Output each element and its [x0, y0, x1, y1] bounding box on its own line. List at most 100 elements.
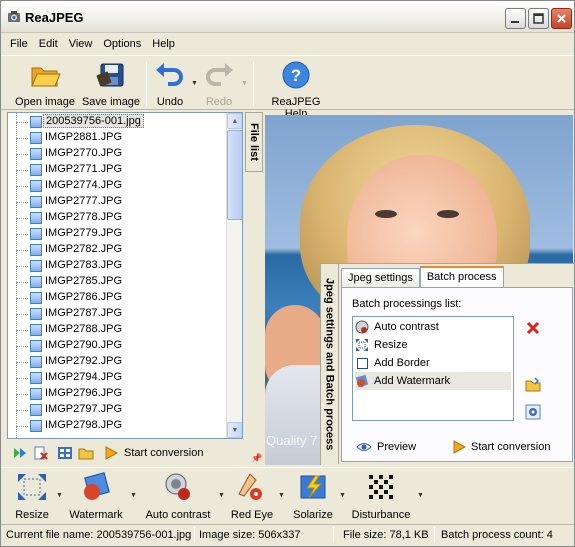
batch-list[interactable]: Auto contrast Resize Add Border Add Wate… — [352, 316, 514, 421]
close-icon — [557, 14, 566, 23]
redo-button[interactable]: Redo — [201, 60, 237, 108]
scroll-down-button[interactable]: ▼ — [227, 422, 242, 438]
tab-jpeg-settings[interactable]: Jpeg settings — [341, 268, 420, 288]
open-folder-icon[interactable] — [525, 377, 541, 393]
file-list-item[interactable]: IMGP2788.JPG — [8, 322, 228, 338]
image-file-icon — [30, 164, 42, 176]
batch-item-add-border[interactable]: Add Border — [355, 354, 511, 372]
preview-button[interactable]: Preview — [356, 440, 416, 454]
image-file-icon — [30, 196, 42, 208]
effect-solarize-button[interactable]: Solarize — [290, 472, 336, 521]
file-list-item[interactable]: IMGP2796.JPG — [8, 386, 228, 402]
file-list-item[interactable]: IMGP2785.JPG — [8, 274, 228, 290]
file-list-item[interactable]: IMGP2778.JPG — [8, 210, 228, 226]
remove-file-icon[interactable] — [33, 445, 49, 461]
menu-edit[interactable]: Edit — [39, 38, 58, 50]
resize-dropdown-icon[interactable]: ▼ — [56, 492, 63, 499]
settings-vertical-label: Jpeg settings and Batch process — [323, 277, 336, 451]
file-list[interactable]: 200539756-001.jpg IMGP2881.JPG IMGP2770.JP… — [7, 112, 243, 439]
effect-disturbance-button[interactable]: Disturbance — [349, 472, 413, 521]
menu-view[interactable]: View — [69, 38, 93, 50]
play-icon — [105, 446, 118, 460]
effect-red-eye-button[interactable]: Red Eye — [229, 472, 275, 521]
open-image-button[interactable]: Open image — [13, 60, 77, 108]
preview-eye-icon — [356, 443, 372, 451]
scroll-up-button[interactable]: ▲ — [227, 113, 242, 129]
tree-branch — [16, 218, 28, 219]
file-list-item[interactable]: IMGP2792.JPG — [8, 354, 228, 370]
menu-file[interactable]: File — [10, 38, 28, 50]
tab-jpeg-settings-batch[interactable]: Jpeg settings and Batch process — [321, 264, 339, 464]
image-file-icon — [30, 132, 42, 144]
status-image-size: Image size: 506x337 — [199, 529, 301, 541]
minimize-button[interactable] — [505, 8, 526, 29]
settings-icon[interactable] — [525, 404, 541, 420]
menu-help[interactable]: Help — [152, 38, 175, 50]
file-list-item[interactable]: IMGP2794.JPG — [8, 370, 228, 386]
file-list-item[interactable]: IMGP2798.JPG — [8, 418, 228, 434]
tree-branch — [16, 330, 28, 331]
file-list-item[interactable]: IMGP2787.JPG — [8, 306, 228, 322]
main-toolbar: Open image Save image Undo ▼ Redo ▼ ? Re… — [1, 55, 574, 120]
undo-dropdown-icon[interactable]: ▼ — [191, 80, 198, 87]
batch-process-page: Batch processings list: Auto contrast Re… — [341, 287, 573, 462]
file-name: IMGP2771.JPG — [45, 163, 123, 175]
minimize-icon — [511, 21, 519, 23]
red-eye-dropdown-icon[interactable]: ▼ — [278, 492, 285, 499]
image-file-icon — [30, 116, 42, 128]
file-list-item[interactable]: IMGP2881.JPG — [8, 130, 228, 146]
settings-panel: Jpeg settings and Batch process Jpeg set… — [320, 263, 574, 465]
effect-auto-contrast-button[interactable]: Auto contrast — [141, 472, 215, 521]
file-list-item[interactable]: IMGP2783.JPG — [8, 258, 228, 274]
undo-button[interactable]: Undo — [153, 60, 187, 108]
save-image-button[interactable]: Save image — [81, 60, 141, 108]
file-list-item[interactable]: IMGP2782.JPG — [8, 242, 228, 258]
file-list-scrollbar[interactable]: ▲ ▼ — [226, 113, 242, 438]
delete-icon[interactable] — [525, 320, 541, 336]
image-file-icon — [30, 420, 42, 432]
file-list-item[interactable]: IMGP2770.JPG — [8, 146, 228, 162]
watermark-dropdown-icon[interactable]: ▼ — [130, 492, 137, 499]
file-list-item[interactable]: IMGP2779.JPG — [8, 226, 228, 242]
file-list-start-conversion-button[interactable]: Start conversion — [104, 446, 203, 460]
redo-dropdown-icon[interactable]: ▼ — [241, 80, 248, 87]
save-disk-icon — [96, 63, 124, 87]
watermark-icon — [84, 472, 110, 500]
file-name: IMGP2881.JPG — [45, 131, 123, 143]
file-list-item[interactable]: IMGP2771.JPG — [8, 162, 228, 178]
maximize-button[interactable] — [528, 8, 549, 29]
disturbance-dropdown-icon[interactable]: ▼ — [417, 492, 424, 499]
maximize-icon — [533, 13, 544, 24]
effect-resize-button[interactable]: Resize — [11, 472, 53, 521]
status-divider — [333, 527, 334, 543]
batch-item-label: Add Border — [374, 357, 430, 369]
file-list-item[interactable]: 200539756-001.jpg — [8, 114, 228, 130]
auto-contrast-dropdown-icon[interactable]: ▼ — [218, 492, 225, 499]
effect-watermark-button[interactable]: Watermark — [67, 472, 125, 521]
help-button[interactable]: ? ReaJPEG Help — [259, 60, 333, 120]
scroll-thumb[interactable] — [227, 130, 242, 220]
batch-start-conversion-button[interactable]: Start conversion — [452, 440, 550, 454]
image-file-icon — [30, 404, 42, 416]
image-file-icon — [30, 356, 42, 368]
pin-icon[interactable]: 📌 — [251, 453, 262, 464]
file-list-item[interactable]: IMGP2777.JPG — [8, 194, 228, 210]
tab-batch-process[interactable]: Batch process — [419, 266, 504, 288]
add-files-icon[interactable] — [12, 445, 28, 461]
menu-options[interactable]: Options — [103, 38, 141, 50]
solarize-dropdown-icon[interactable]: ▼ — [339, 492, 346, 499]
batch-item-resize[interactable]: Resize — [355, 336, 511, 354]
file-list-item[interactable]: IMGP2797.JPG — [8, 402, 228, 418]
batch-item-add-watermark[interactable]: Add Watermark — [355, 372, 511, 390]
file-list-item[interactable]: IMGP2774.JPG — [8, 178, 228, 194]
file-name: IMGP2794.JPG — [45, 371, 123, 383]
close-button[interactable] — [551, 8, 572, 29]
thumbnails-icon[interactable] — [57, 445, 73, 461]
tab-file-list[interactable]: File list — [245, 112, 263, 172]
tree-branch — [16, 426, 28, 427]
file-list-item[interactable]: IMGP2786.JPG — [8, 290, 228, 306]
file-list-item[interactable]: IMGP2790.JPG — [8, 338, 228, 354]
open-image-label: Open image — [15, 96, 75, 108]
folder-icon[interactable] — [78, 445, 94, 461]
batch-item-auto-contrast[interactable]: Auto contrast — [355, 318, 511, 336]
